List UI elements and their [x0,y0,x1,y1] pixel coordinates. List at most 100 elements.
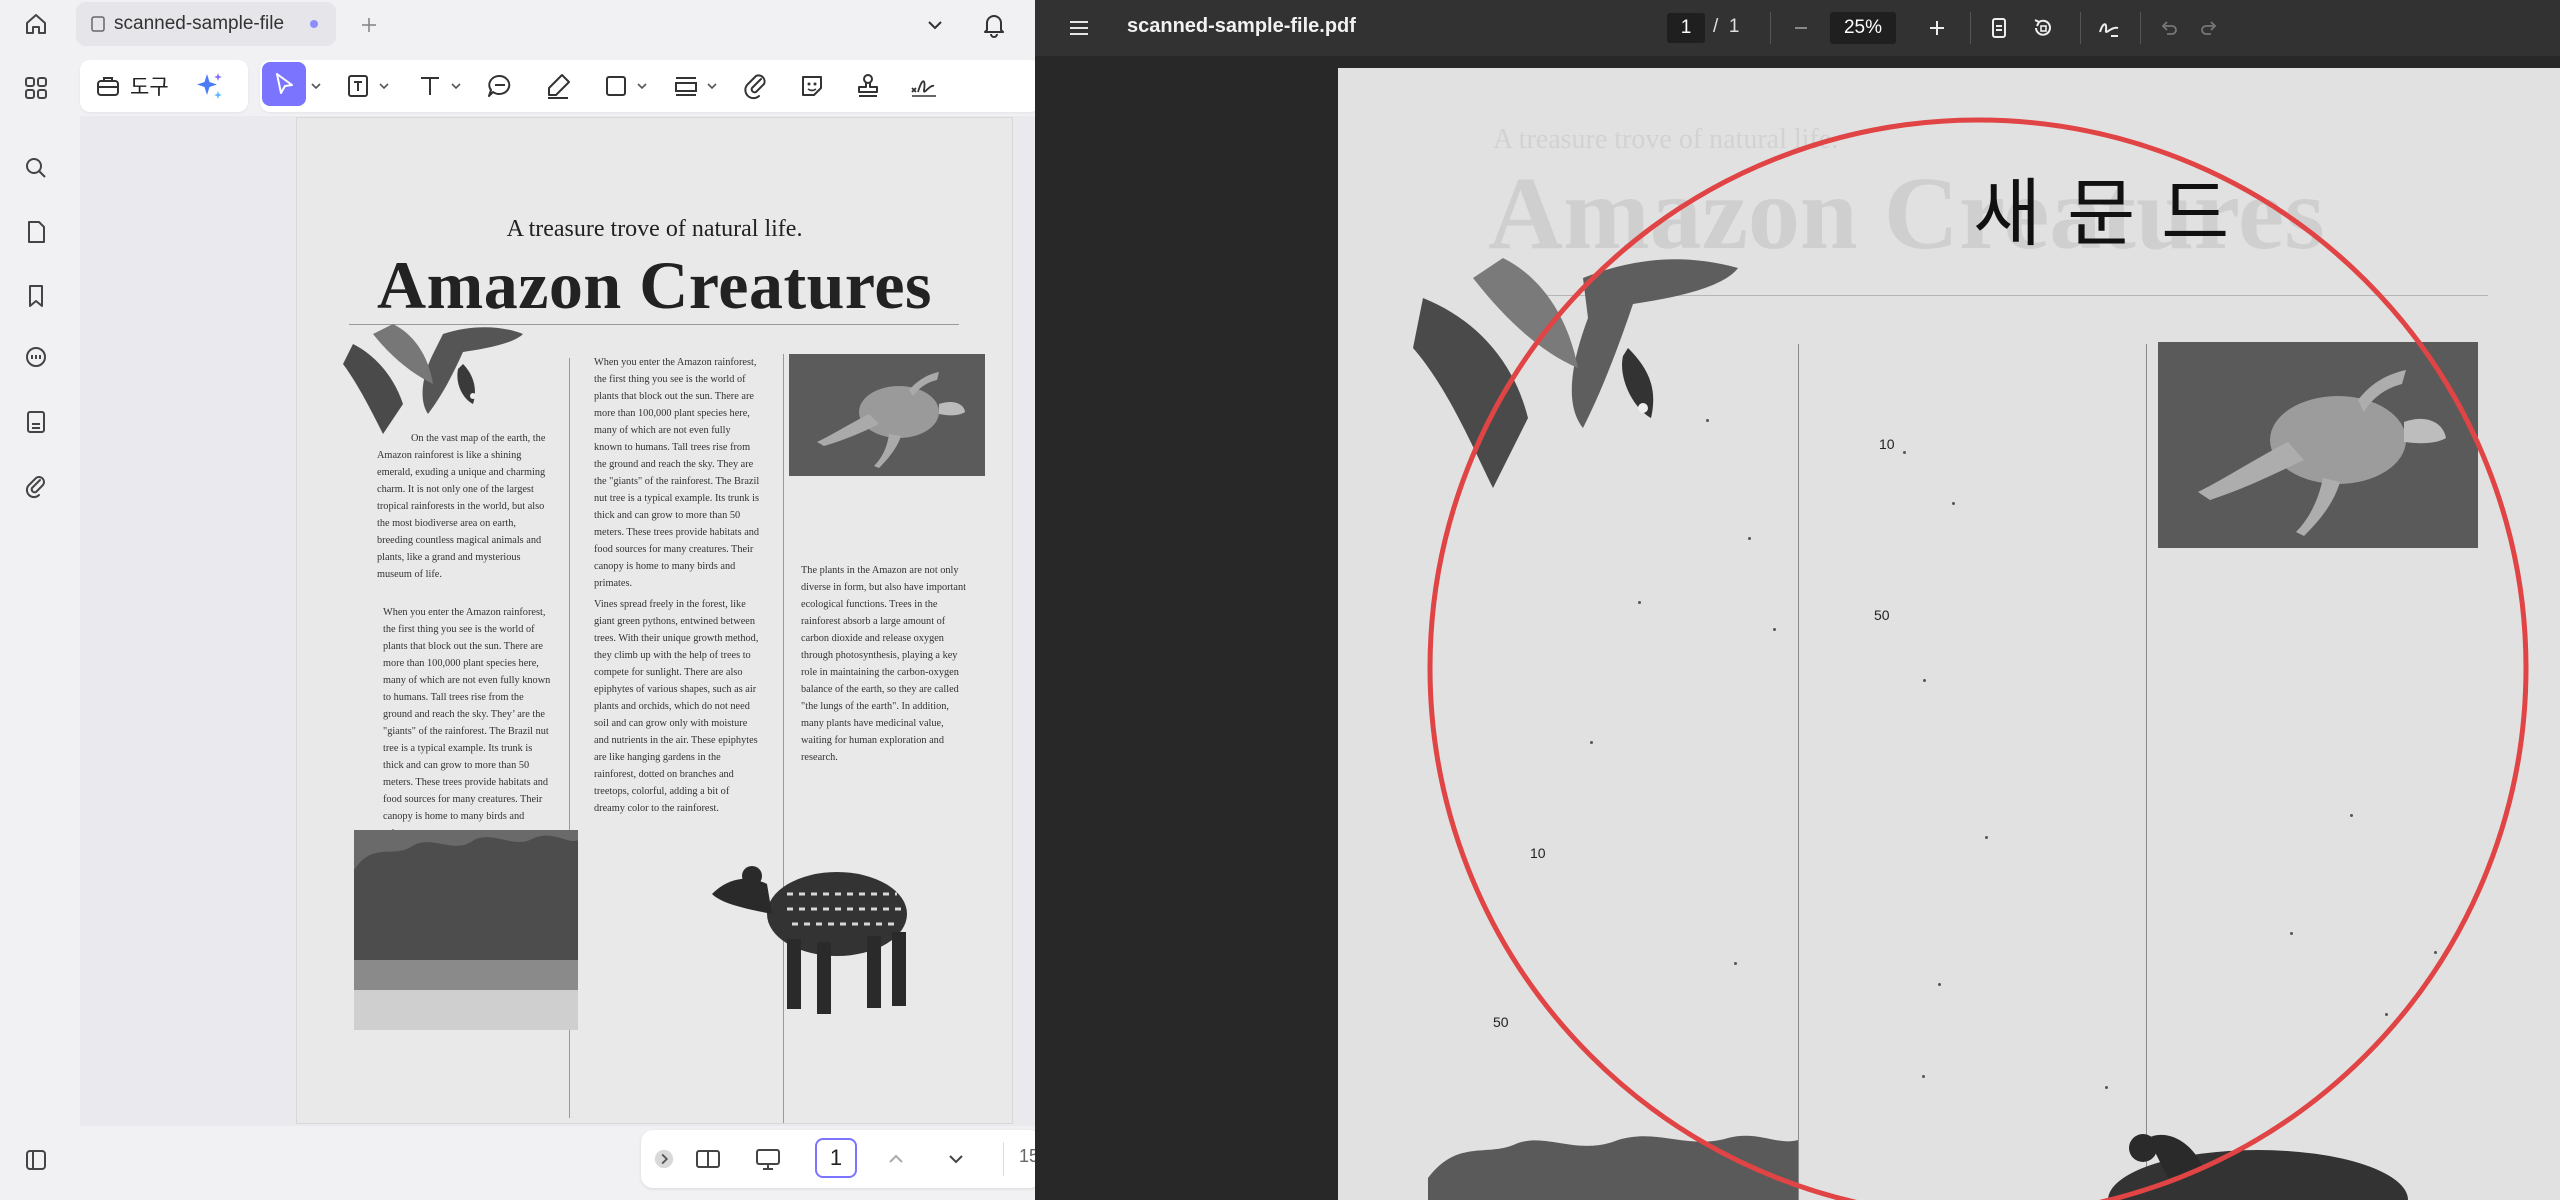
shape-tool[interactable] [600,68,648,104]
tab-title: scanned-sample-file [114,13,285,34]
tabs-dropdown-button[interactable] [920,10,950,40]
plus-icon [362,18,376,32]
chevron-up-icon [889,1154,903,1163]
chevron-down-icon[interactable] [706,80,718,92]
ai-sparkle-icon[interactable] [193,70,225,102]
select-tool[interactable] [262,62,322,106]
annotation-tools [260,60,1035,112]
zoom-in-button[interactable] [1923,14,1951,42]
sticker-tool[interactable] [796,68,828,104]
pdf-editor-app: scanned-sample-file 도구 A treasure trove … [0,0,1035,1200]
select-tool-active [262,62,306,106]
pages-button[interactable] [18,214,54,250]
paperclip-icon [25,476,45,499]
page-layout-button[interactable] [693,1144,723,1174]
turtle-image [789,354,985,476]
comments-button[interactable] [18,340,54,376]
pdf-viewer: scanned-sample-file.pdf 1 / 1 25% A trea… [1035,0,2560,1200]
left-rail [0,0,72,1200]
notifications-button[interactable] [978,8,1010,40]
redo-icon [2201,21,2217,35]
document-page: A treasure trove of natural life. Amazon… [297,118,1012,1123]
comment-tool[interactable] [484,68,516,104]
new-tab-button[interactable] [354,10,384,40]
pen-icon [548,74,570,99]
tools-menu-button[interactable]: 도구 [80,60,248,112]
attach-tool[interactable] [740,68,772,104]
current-page-input[interactable]: 1 [815,1138,857,1178]
presentation-button[interactable] [753,1144,783,1174]
forms-button[interactable] [18,404,54,440]
chevron-down-icon [949,1155,963,1164]
signature-icon [911,80,936,97]
toolbar: 도구 [80,60,1035,116]
chevron-down-icon[interactable] [450,80,462,92]
stamp-icon [858,74,878,97]
zoom-out-button[interactable] [1787,14,1815,42]
next-page-button[interactable] [941,1144,971,1174]
undo-button[interactable] [2155,14,2183,42]
paperclip-icon [744,74,766,100]
nav-divider [1003,1142,1004,1176]
page-icon [28,221,45,243]
expand-nav-button[interactable] [649,1144,679,1174]
text-box-tool[interactable] [342,68,390,104]
toolbar-divider [2140,12,2141,44]
previous-page-button[interactable] [881,1144,911,1174]
tab-document[interactable]: scanned-sample-file [76,2,336,46]
draw-button[interactable] [2095,14,2123,42]
minus-icon [1795,27,1807,29]
chevron-down-icon[interactable] [378,80,390,92]
chevron-down-icon [928,21,942,30]
grid-icon [25,77,47,99]
col1-paragraph-2: When you enter the Amazon rainforest, th… [383,607,551,839]
home-icon [26,14,46,34]
document-canvas[interactable]: A treasure trove of natural life. Amazon… [80,116,1035,1126]
red-circle-annotation[interactable] [1418,88,2530,1200]
tab-strip: scanned-sample-file [72,0,1035,52]
col2-paragraph-2: Vines spread freely in the forest, like … [594,599,759,814]
apps-button[interactable] [18,70,54,106]
tapir-image [712,866,907,1014]
form-icon [27,411,45,433]
measure-tool[interactable] [670,68,718,104]
sidebar-toggle-button[interactable] [18,1142,54,1178]
chevron-down-icon[interactable] [310,80,322,92]
text-tool[interactable] [414,68,462,104]
stamp-tool[interactable] [852,68,884,104]
undo-icon [2161,21,2177,35]
cursor-icon [276,73,293,94]
parrot-image [343,324,523,434]
pen-tool[interactable] [542,68,574,104]
book-icon [696,1150,720,1168]
search-icon [26,158,46,178]
viewer-zoom-input[interactable]: 25% [1830,12,1896,44]
signature-tool[interactable] [908,68,940,104]
redo-button[interactable] [2195,14,2223,42]
col2-paragraph-1: When you enter the Amazon rainforest, th… [594,357,760,589]
bookmarks-button[interactable] [18,278,54,314]
bell-icon [984,15,1004,38]
home-button[interactable] [18,6,54,42]
pdf-file-icon [91,16,105,32]
zoom-value[interactable]: 15 [1019,1146,1035,1167]
viewer-page[interactable]: A treasure trove of natural life. Amazon… [1338,68,2560,1200]
chevron-down-icon[interactable] [636,80,648,92]
text-icon [421,77,439,95]
menu-icon[interactable] [1065,14,1093,42]
viewer-page-input[interactable]: 1 [1667,13,1705,43]
chevron-right-icon [654,1149,674,1169]
search-button[interactable] [18,150,54,186]
presentation-icon [756,1149,780,1170]
draw-icon [2099,23,2119,37]
text-box-icon [348,75,368,97]
bookmark-icon [29,285,43,307]
rotate-button[interactable] [2029,14,2057,42]
viewer-page-total: / 1 [1713,16,1739,38]
viewer-page-count: 1 [1728,16,1740,37]
fit-page-button[interactable] [1985,14,2013,42]
attachments-button[interactable] [18,468,54,504]
tools-label: 도구 [130,76,169,99]
toolbar-divider [1970,12,1971,44]
page-subtitle: A treasure trove of natural life. [506,216,803,242]
